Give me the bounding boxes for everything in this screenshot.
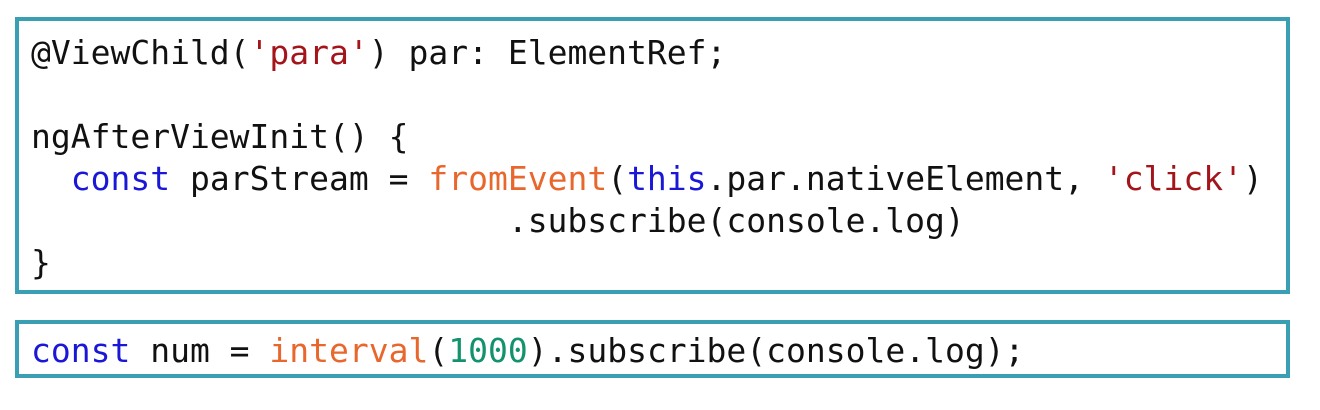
code-line-4: const parStream = fromEvent(this.par.nat… (31, 158, 1263, 200)
code-token-keyword: const (70, 159, 171, 198)
code-line-1: @ViewChild('para') par: ElementRef; (31, 32, 1263, 74)
code-line-6: } (31, 242, 1263, 284)
code-token-string: 'click' (1103, 159, 1243, 198)
code-line-3: ngAfterViewInit() { (31, 116, 1263, 158)
code-token-plain: } (31, 243, 51, 282)
code-panel-fromevent: @ViewChild('para') par: ElementRef; ngAft… (15, 17, 1290, 294)
code-token-plain: ).subscribe(console.log); (527, 331, 1025, 370)
code-token-number: 1000 (448, 331, 528, 370)
code-token-plain: ngAfterViewInit() { (31, 117, 409, 156)
code-token-plain: num = (130, 331, 270, 370)
code-line-5: .subscribe(console.log) (31, 200, 1263, 242)
code-token-plain: ( (428, 331, 449, 370)
code-panel-interval: const num = interval(1000).subscribe(con… (15, 320, 1290, 378)
code-token-function: fromEvent (428, 159, 608, 198)
code-block: @ViewChild('para') par: ElementRef; ngAft… (31, 32, 1263, 284)
code-line-1: const num = interval(1000).subscribe(con… (31, 330, 1024, 372)
code-token-string: 'para' (249, 33, 369, 72)
code-token-plain: parStream = (170, 159, 429, 198)
code-token-plain: .par.nativeElement, (706, 159, 1104, 198)
code-token-keyword: this (627, 159, 707, 198)
code-token-keyword: const (31, 331, 131, 370)
code-token-plain: ) (1242, 159, 1263, 198)
code-token-plain: ( (607, 159, 628, 198)
code-token-plain: .subscribe(console.log) (31, 201, 965, 240)
code-token-plain: ) par: ElementRef; (368, 33, 727, 72)
code-block: const num = interval(1000).subscribe(con… (31, 330, 1024, 372)
code-token-plain: @ViewChild( (31, 33, 250, 72)
code-token-function: interval (269, 331, 429, 370)
